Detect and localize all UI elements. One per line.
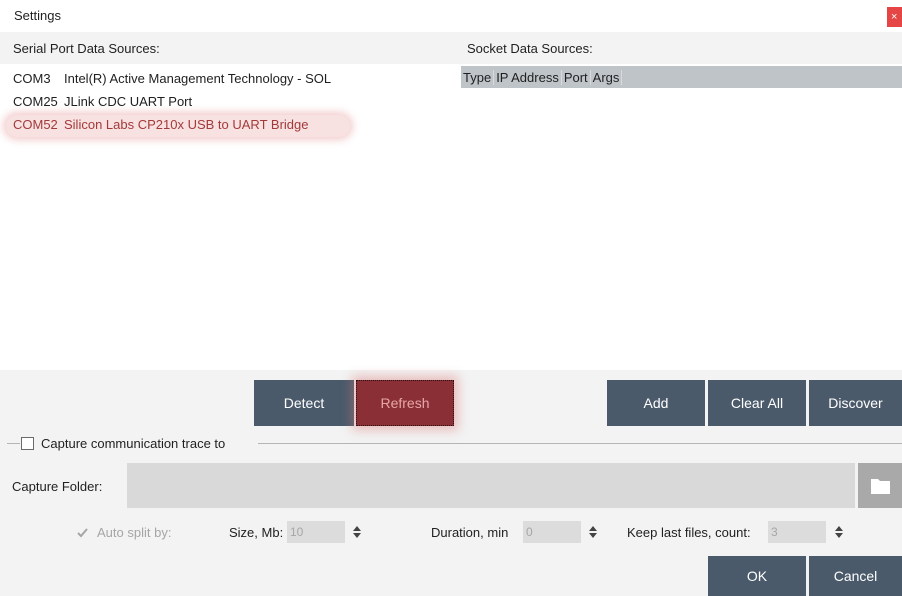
checkmark-icon (77, 528, 88, 538)
serial-port-item[interactable]: COM3 Intel(R) Active Management Technolog… (13, 71, 331, 86)
capture-group-label: Capture communication trace to (41, 436, 226, 451)
keep-files-label: Keep last files, count: (627, 525, 751, 540)
size-label: Size, Mb: (229, 525, 284, 540)
close-button[interactable]: × (887, 7, 902, 27)
column-header-port[interactable]: Port (562, 69, 591, 85)
serial-sources-header: Serial Port Data Sources: (13, 41, 160, 56)
folder-icon (871, 479, 890, 494)
group-border-right (258, 443, 902, 444)
port-name: Intel(R) Active Management Technology - … (64, 71, 332, 86)
title-bar (0, 0, 902, 32)
duration-spinner-input[interactable]: 0 (523, 521, 581, 543)
refresh-button[interactable]: Refresh (356, 380, 454, 426)
auto-split-label: Auto split by: (97, 525, 172, 540)
spinner-arrows-icon[interactable] (834, 524, 844, 540)
auto-split-checkbox[interactable] (76, 526, 89, 539)
port-name: Silicon Labs CP210x USB to UART Bridge (64, 117, 309, 132)
capture-folder-label: Capture Folder: (12, 479, 103, 494)
serial-port-item-selected[interactable]: COM52 Silicon Labs CP210x USB to UART Bri… (13, 117, 308, 132)
port-id: COM3 (13, 71, 51, 86)
socket-grid-header: Type IP Address Port Args (461, 66, 902, 88)
column-header-ip-address[interactable]: IP Address (494, 69, 562, 85)
ok-button[interactable]: OK (708, 556, 806, 596)
browse-folder-button[interactable] (858, 463, 902, 508)
discover-button[interactable]: Discover (809, 380, 902, 426)
column-header-type[interactable]: Type (461, 69, 495, 85)
duration-label: Duration, min (431, 525, 509, 540)
spinner-arrows-icon[interactable] (352, 524, 362, 540)
capture-folder-input[interactable] (127, 463, 855, 508)
size-spinner-input[interactable]: 10 (287, 521, 345, 543)
detect-button[interactable]: Detect (254, 380, 354, 426)
spinner-arrows-icon[interactable] (588, 524, 598, 540)
window-title: Settings (14, 8, 61, 23)
socket-sources-header: Socket Data Sources: (467, 41, 593, 56)
keep-files-spinner-input[interactable]: 3 (768, 521, 826, 543)
add-button[interactable]: Add (607, 380, 705, 426)
capture-trace-checkbox[interactable] (21, 437, 34, 450)
serial-port-item[interactable]: COM25 JLink CDC UART Port (13, 94, 192, 109)
close-icon: × (891, 11, 898, 23)
cancel-button[interactable]: Cancel (809, 556, 902, 596)
column-header-args[interactable]: Args (591, 69, 623, 85)
port-id: COM52 (13, 117, 58, 132)
clear-all-button[interactable]: Clear All (708, 380, 806, 426)
group-border-left (7, 443, 20, 444)
port-id: COM25 (13, 94, 58, 109)
port-name: JLink CDC UART Port (64, 94, 193, 109)
